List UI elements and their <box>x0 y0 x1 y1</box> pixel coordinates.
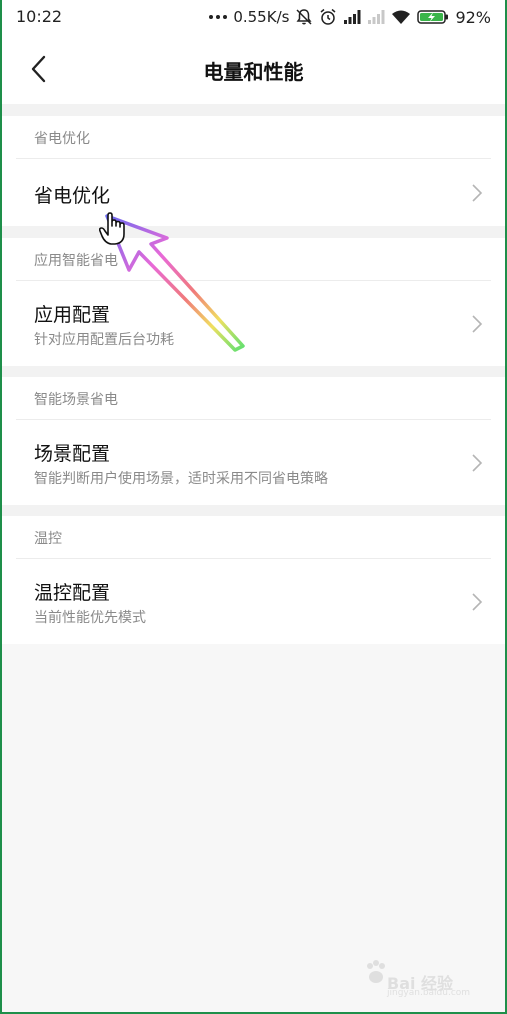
page-title: 电量和性能 <box>203 60 304 84</box>
row-title: 省电优化 <box>34 185 111 207</box>
frame-border-left <box>0 0 2 1014</box>
more-dots-icon <box>209 15 228 19</box>
network-speed: 0.55K/s <box>233 8 290 26</box>
wifi-icon <box>392 10 411 24</box>
section-power-saving: 省电优化 省电优化 <box>0 116 507 226</box>
row-power-saving-optimization[interactable]: 省电优化 <box>0 159 507 226</box>
row-app-config[interactable]: 应用配置 针对应用配置后台功耗 <box>0 281 507 366</box>
signal-icon <box>344 10 361 24</box>
section-label: 应用智能省电 <box>34 253 118 269</box>
row-scene-config[interactable]: 场景配置 智能判断用户使用场景，适时采用不同省电策略 <box>0 420 507 505</box>
section-app-smart-saving: 应用智能省电 应用配置 针对应用配置后台功耗 <box>0 238 507 366</box>
chevron-right-icon <box>472 593 483 611</box>
chevron-right-icon <box>472 454 483 472</box>
battery-charging-icon <box>417 10 449 24</box>
bell-off-icon <box>296 9 312 25</box>
header: 电量和性能 <box>0 34 507 104</box>
status-bar: 10:22 0.55K/s 92% <box>0 0 507 34</box>
alarm-clock-icon <box>320 8 336 25</box>
row-title: 温控配置 <box>34 582 111 604</box>
screen: 10:22 0.55K/s 92% 电量和性能 省电优化 省电优化 应用智能省电… <box>0 0 507 1014</box>
signal-secondary-icon <box>368 10 385 24</box>
row-thermal-config[interactable]: 温控配置 当前性能优先模式 <box>0 559 507 644</box>
watermark-sub: jingyan.baidu.com <box>387 988 471 998</box>
section-temperature-control: 温控 温控配置 当前性能优先模式 <box>0 516 507 644</box>
section-label: 省电优化 <box>34 131 90 147</box>
status-icons: 0.55K/s 92% <box>209 6 491 28</box>
row-title: 场景配置 <box>34 443 111 465</box>
section-gap <box>0 104 507 116</box>
chevron-right-icon <box>472 315 483 333</box>
section-smart-scene-saving: 智能场景省电 场景配置 智能判断用户使用场景，适时采用不同省电策略 <box>0 377 507 505</box>
paw-logo-icon <box>367 960 385 983</box>
row-subtitle: 当前性能优先模式 <box>34 610 146 626</box>
section-label: 智能场景省电 <box>34 392 118 408</box>
battery-percent: 92% <box>455 7 491 27</box>
watermark: Bai 经验 jingyan.baidu.com <box>365 954 475 1004</box>
row-subtitle: 智能判断用户使用场景，适时采用不同省电策略 <box>34 471 328 487</box>
pointer-hand-icon <box>99 212 125 245</box>
section-gap <box>0 226 507 238</box>
row-subtitle: 针对应用配置后台功耗 <box>34 332 174 348</box>
status-time: 10:22 <box>16 7 63 26</box>
section-label: 温控 <box>34 531 62 547</box>
chevron-right-icon <box>472 184 483 202</box>
row-title: 应用配置 <box>34 304 111 326</box>
